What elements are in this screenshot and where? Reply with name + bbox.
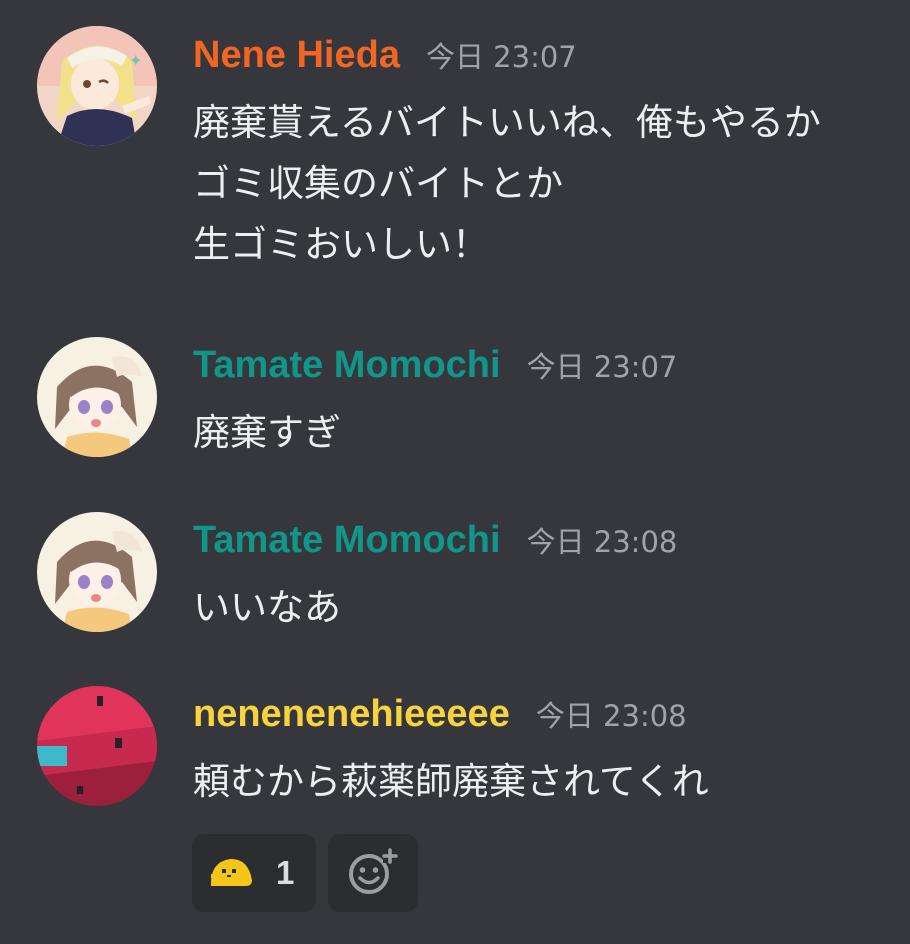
timestamp: 今日 23:08 (535, 699, 687, 733)
message-line: 廃棄すぎ (193, 411, 341, 454)
author-name[interactable]: nenenenehieeeee (193, 693, 510, 736)
avatar[interactable]: ✦ (37, 26, 157, 146)
chat-messages: ✦ Nene Hieda 今日 23:07 廃棄貰えるバイトいいね、俺もやるか … (0, 0, 910, 944)
message-line: 頼むから萩薬師廃棄されてくれ (193, 760, 709, 803)
yellow-blob-emoji-icon (208, 854, 254, 892)
avatar[interactable] (37, 512, 157, 632)
message-header: Nene Hieda 今日 23:07 (193, 34, 577, 90)
timestamp: 今日 23:07 (425, 40, 577, 74)
svg-text:✦: ✦ (129, 51, 142, 70)
message-header: nenenenehieeeee 今日 23:08 (193, 693, 687, 749)
avatar[interactable] (37, 337, 157, 457)
message-header: Tamate Momochi 今日 23:07 (193, 344, 677, 400)
reactions-bar: 1 (192, 834, 418, 912)
message-content: いいなあ (193, 577, 341, 638)
message-content: 頼むから萩薬師廃棄されてくれ (193, 751, 709, 812)
message-header: Tamate Momochi 今日 23:08 (193, 519, 677, 575)
timestamp: 今日 23:07 (526, 350, 678, 384)
message-content: 廃棄すぎ (193, 402, 341, 463)
message-line: いいなあ (193, 586, 341, 629)
add-reaction-icon (347, 845, 399, 901)
author-name[interactable]: Nene Hieda (193, 34, 400, 77)
message-line: 廃棄貰えるバイトいいね、俺もやるか (193, 101, 821, 144)
reaction-count: 1 (276, 854, 295, 891)
author-name[interactable]: Tamate Momochi (193, 519, 501, 562)
avatar[interactable] (37, 686, 157, 806)
timestamp: 今日 23:08 (526, 525, 678, 559)
reaction-button[interactable]: 1 (192, 834, 316, 912)
add-reaction-button[interactable] (328, 834, 418, 912)
message-line: ゴミ収集のバイトとか (193, 162, 563, 205)
author-name[interactable]: Tamate Momochi (193, 344, 501, 387)
message-line: 生ゴミおいしい！ (193, 223, 489, 266)
message-content: 廃棄貰えるバイトいいね、俺もやるか ゴミ収集のバイトとか 生ゴミおいしい！ (193, 92, 821, 275)
